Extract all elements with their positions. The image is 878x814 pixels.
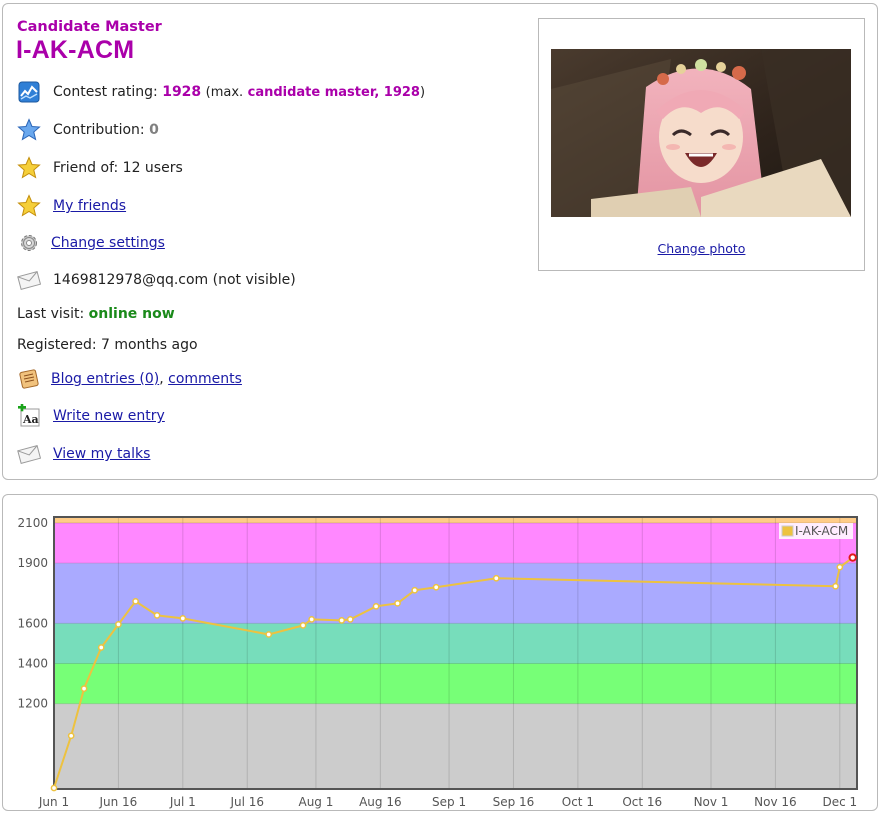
blog-row: Blog entries (0), comments [17, 366, 242, 392]
y-tick-label: 1200 [17, 697, 48, 711]
x-tick-label: Nov 1 [694, 795, 729, 809]
x-tick-label: Sep 1 [432, 795, 466, 809]
rating-point [179, 615, 187, 622]
email-row: 1469812978@qq.com (not visible) [17, 267, 296, 293]
rating-point [132, 597, 139, 605]
rating-point [432, 583, 440, 591]
rating-point-current [848, 553, 857, 562]
write-entry-row: Aa Write new entry [17, 403, 165, 429]
x-tick-label: Jun 1 [38, 795, 69, 809]
y-tick-label: 2100 [17, 516, 48, 530]
svg-text:Aa: Aa [22, 413, 39, 426]
max-rating-value: candidate master, 1928 [247, 84, 420, 100]
x-tick-label: Aug 16 [359, 795, 402, 809]
change-photo-link[interactable]: Change photo [658, 241, 746, 256]
contribution-row: Contribution: 0 [17, 117, 159, 143]
rating-point [97, 644, 105, 651]
rating-band [54, 703, 857, 789]
rating-point [394, 599, 401, 607]
blog-comma: , [159, 371, 164, 387]
last-visit-label: Last visit: [17, 306, 85, 322]
rating-point [338, 617, 346, 624]
photo-box: Change photo [538, 18, 865, 271]
rating-graph: Jun 1 Jun 16 Jul 1 Jul 16 Aug 1 Aug 16 Sep 1 Se… [17, 516, 858, 809]
rating-band [54, 563, 857, 624]
user-avatar-photo [551, 49, 851, 217]
contest-rating-row: Contest rating: 1928 (max. candidate mas… [17, 79, 425, 105]
rating-point [836, 563, 844, 571]
envelope-icon [17, 268, 41, 292]
y-tick-label: 1900 [17, 556, 48, 570]
change-settings-row: Change settings [17, 230, 165, 256]
rating-graph-panel: Jun 1 Jun 16 Jul 1 Jul 16 Aug 1 Aug 16 Sep 1 Se… [2, 494, 878, 811]
rating-point [265, 631, 273, 638]
last-visit-row: Last visit: online now [17, 306, 175, 322]
rating-point [832, 582, 839, 590]
x-tick-label: Sep 16 [493, 795, 535, 809]
write-entry-icon: Aa [17, 404, 41, 428]
rating-point [346, 616, 354, 623]
last-visit-value: online now [88, 306, 175, 322]
y-tick-label: 1400 [17, 657, 48, 671]
user-handle: I-AK-ACM [16, 36, 135, 64]
blog-icon [17, 367, 41, 391]
write-new-entry-link[interactable]: Write new entry [53, 408, 165, 424]
rating-point [411, 586, 419, 594]
max-suffix: ) [419, 84, 426, 100]
user-rank: Candidate Master [17, 19, 162, 35]
registered-text: Registered: 7 months ago [17, 337, 198, 353]
rating-point [308, 616, 315, 623]
rating-point [115, 621, 122, 628]
rating-point [492, 574, 500, 582]
envelope-icon [17, 442, 41, 466]
my-friends-link[interactable]: My friends [53, 198, 126, 214]
max-prefix: (max. [205, 84, 244, 100]
gear-icon [17, 231, 41, 255]
rating-band [54, 523, 857, 564]
rating-band [54, 663, 857, 704]
profile-panel: Candidate Master I-AK-ACM Contest rating… [2, 3, 878, 480]
x-tick-label: Jul 1 [169, 795, 196, 809]
rating-point [153, 612, 161, 619]
view-my-talks-link[interactable]: View my talks [53, 446, 150, 462]
x-tick-label: Dec 1 [822, 795, 857, 809]
gold-star-icon [17, 194, 41, 218]
friend-of-row: Friend of: 12 users [17, 155, 183, 181]
comments-link[interactable]: comments [168, 371, 242, 387]
x-tick-label: Nov 16 [754, 795, 797, 809]
rating-point [67, 732, 75, 740]
friend-of-text: Friend of: 12 users [53, 160, 183, 176]
view-talks-row: View my talks [17, 441, 150, 467]
x-tick-label: Aug 1 [298, 795, 333, 809]
blog-entries-link[interactable]: Blog entries (0) [51, 371, 159, 387]
legend-label: I-AK-ACM [795, 524, 848, 538]
change-settings-link[interactable]: Change settings [51, 235, 165, 251]
legend-swatch [781, 525, 794, 537]
blue-star-icon [17, 118, 41, 142]
rating-band [54, 623, 857, 664]
email-text: 1469812978@qq.com (not visible) [53, 272, 296, 288]
rating-point [372, 602, 380, 610]
contribution-value: 0 [149, 122, 159, 138]
x-tick-label: Oct 1 [562, 795, 594, 809]
contest-rating-value: 1928 [162, 84, 202, 100]
gold-star-icon [17, 156, 41, 180]
rating-point [80, 685, 88, 692]
contest-rating-label: Contest rating: [53, 84, 158, 100]
rating-chart-icon [17, 80, 41, 104]
rating-point [50, 784, 58, 792]
contribution-label: Contribution: [53, 122, 145, 138]
my-friends-row: My friends [17, 193, 126, 219]
y-tick-label: 1600 [17, 616, 48, 630]
x-tick-label: Jun 16 [98, 795, 137, 809]
x-tick-label: Oct 16 [622, 795, 662, 809]
x-tick-label: Jul 16 [229, 795, 264, 809]
rating-point [299, 622, 307, 629]
